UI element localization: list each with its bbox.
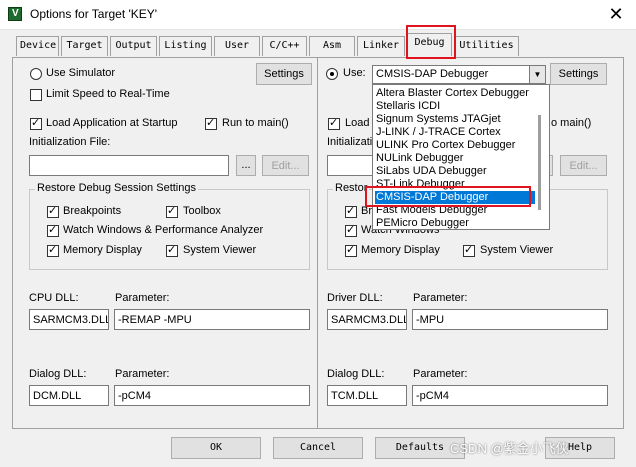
- watch-windows-label: Watch Windows & Performance Analyzer: [63, 224, 264, 236]
- right-system-viewer-checkbox[interactable]: [463, 243, 475, 257]
- dropdown-option[interactable]: Altera Blaster Cortex Debugger: [376, 87, 536, 100]
- toolbox-label: Toolbox: [183, 205, 221, 217]
- right-init-file-edit-button[interactable]: Edit...: [560, 155, 607, 176]
- dialog-param-label: Parameter:: [115, 368, 170, 380]
- init-file-label: Initialization File:: [29, 136, 111, 148]
- memory-display-label: Memory Display: [63, 244, 142, 256]
- simulator-settings-button[interactable]: Settings: [256, 63, 312, 85]
- dropdown-option[interactable]: NULink Debugger: [376, 152, 536, 165]
- chevron-down-icon[interactable]: ▼: [529, 66, 545, 83]
- restore-settings-legend: Restore Debug Session Settings: [35, 182, 198, 194]
- breakpoints-checkbox[interactable]: [47, 204, 59, 218]
- right-dialog-dll-input[interactable]: TCM.DLL: [327, 385, 407, 406]
- tab-utilities[interactable]: Utilities: [454, 36, 519, 56]
- cpu-param-label: Parameter:: [115, 292, 170, 304]
- ok-button[interactable]: OK: [171, 437, 261, 459]
- toolbox-checkbox[interactable]: [166, 204, 178, 218]
- tab-user[interactable]: User: [214, 36, 260, 56]
- right-dialog-param-input[interactable]: -pCM4: [412, 385, 608, 406]
- use-simulator-radio[interactable]: [30, 68, 42, 80]
- watermark: CSDN @紫金小飞侠: [450, 441, 569, 456]
- breakpoints-label: Breakpoints: [63, 205, 122, 217]
- tab-bar: Device Target Output Listing User C/C++ …: [0, 33, 636, 58]
- tab-device[interactable]: Device: [16, 36, 59, 56]
- right-watch-windows-checkbox[interactable]: [345, 223, 357, 237]
- init-file-browse-button[interactable]: ...: [236, 155, 256, 176]
- limit-speed-checkbox[interactable]: [30, 89, 42, 101]
- cpu-dll-label: CPU DLL:: [29, 292, 79, 304]
- right-load-app-label: Load: [345, 117, 370, 129]
- right-memory-display-label: Memory Display: [361, 244, 440, 256]
- driver-param-input[interactable]: -MPU: [412, 309, 608, 330]
- right-run-to-main-label: o main(): [551, 117, 592, 129]
- cpu-dll-input[interactable]: SARMCM3.DLL: [29, 309, 109, 330]
- system-viewer-label: System Viewer: [183, 244, 257, 256]
- dropdown-option[interactable]: ULINK Pro Cortex Debugger: [376, 139, 536, 152]
- right-breakpoints-checkbox[interactable]: [345, 204, 357, 218]
- tab-c-cpp[interactable]: C/C++: [262, 36, 307, 56]
- right-init-file-input[interactable]: [327, 155, 377, 176]
- tab-output[interactable]: Output: [110, 36, 157, 56]
- load-app-label: Load Application at Startup: [46, 117, 178, 129]
- close-icon[interactable]: ✕: [604, 3, 628, 25]
- debugger-select-value: CMSIS-DAP Debugger: [376, 68, 489, 80]
- tab-linker[interactable]: Linker: [357, 36, 405, 56]
- right-dialog-param-label: Parameter:: [413, 368, 468, 380]
- tab-asm[interactable]: Asm: [309, 36, 355, 56]
- dropdown-option[interactable]: Signum Systems JTAGjet: [376, 113, 536, 126]
- cmsis-dap-highlight: [365, 186, 531, 207]
- right-init-file-label: Initializatio: [327, 136, 379, 148]
- dropdown-option[interactable]: Stellaris ICDI: [376, 100, 536, 113]
- dialog-dll-label: Dialog DLL:: [29, 368, 87, 380]
- window-title: Options for Target 'KEY': [30, 7, 158, 21]
- memory-display-checkbox[interactable]: [47, 243, 59, 257]
- right-dialog-dll-label: Dialog DLL:: [327, 368, 385, 380]
- dropdown-option[interactable]: J-LINK / J-TRACE Cortex: [376, 126, 536, 139]
- debugger-dropdown-list: Altera Blaster Cortex Debugger Stellaris…: [372, 84, 550, 230]
- use-debugger-radio[interactable]: [326, 68, 338, 80]
- dialog-param-input[interactable]: -pCM4: [114, 385, 310, 406]
- debug-tab-highlight: [406, 25, 456, 59]
- use-simulator-label: Use Simulator: [46, 67, 116, 79]
- tab-listing[interactable]: Listing: [159, 36, 212, 56]
- driver-dll-input[interactable]: SARMCM3.DLL: [327, 309, 407, 330]
- dropdown-scrollbar[interactable]: [538, 115, 541, 210]
- cancel-button[interactable]: Cancel: [273, 437, 363, 459]
- watch-windows-checkbox[interactable]: [47, 223, 59, 237]
- load-app-checkbox[interactable]: [30, 116, 42, 130]
- cpu-param-input[interactable]: -REMAP -MPU: [114, 309, 310, 330]
- debugger-settings-button[interactable]: Settings: [550, 63, 607, 85]
- init-file-input[interactable]: [29, 155, 229, 176]
- right-load-app-checkbox[interactable]: [328, 116, 340, 130]
- right-memory-display-checkbox[interactable]: [345, 243, 357, 257]
- right-restore-settings-legend: Restor: [333, 182, 370, 194]
- uvision-icon: [8, 7, 22, 21]
- dropdown-option[interactable]: SiLabs UDA Debugger: [376, 165, 536, 178]
- driver-param-label: Parameter:: [413, 292, 468, 304]
- system-viewer-checkbox[interactable]: [166, 243, 178, 257]
- init-file-edit-button[interactable]: Edit...: [262, 155, 309, 176]
- use-debugger-label: Use:: [343, 67, 366, 79]
- right-system-viewer-label: System Viewer: [480, 244, 554, 256]
- driver-dll-label: Driver DLL:: [327, 292, 383, 304]
- run-to-main-checkbox[interactable]: [205, 116, 217, 130]
- limit-speed-label: Limit Speed to Real-Time: [46, 88, 170, 100]
- run-to-main-label: Run to main(): [222, 117, 289, 129]
- tab-target[interactable]: Target: [61, 36, 108, 56]
- panel-divider: [317, 58, 318, 428]
- dropdown-option[interactable]: PEMicro Debugger: [376, 217, 536, 229]
- dialog-dll-input[interactable]: DCM.DLL: [29, 385, 109, 406]
